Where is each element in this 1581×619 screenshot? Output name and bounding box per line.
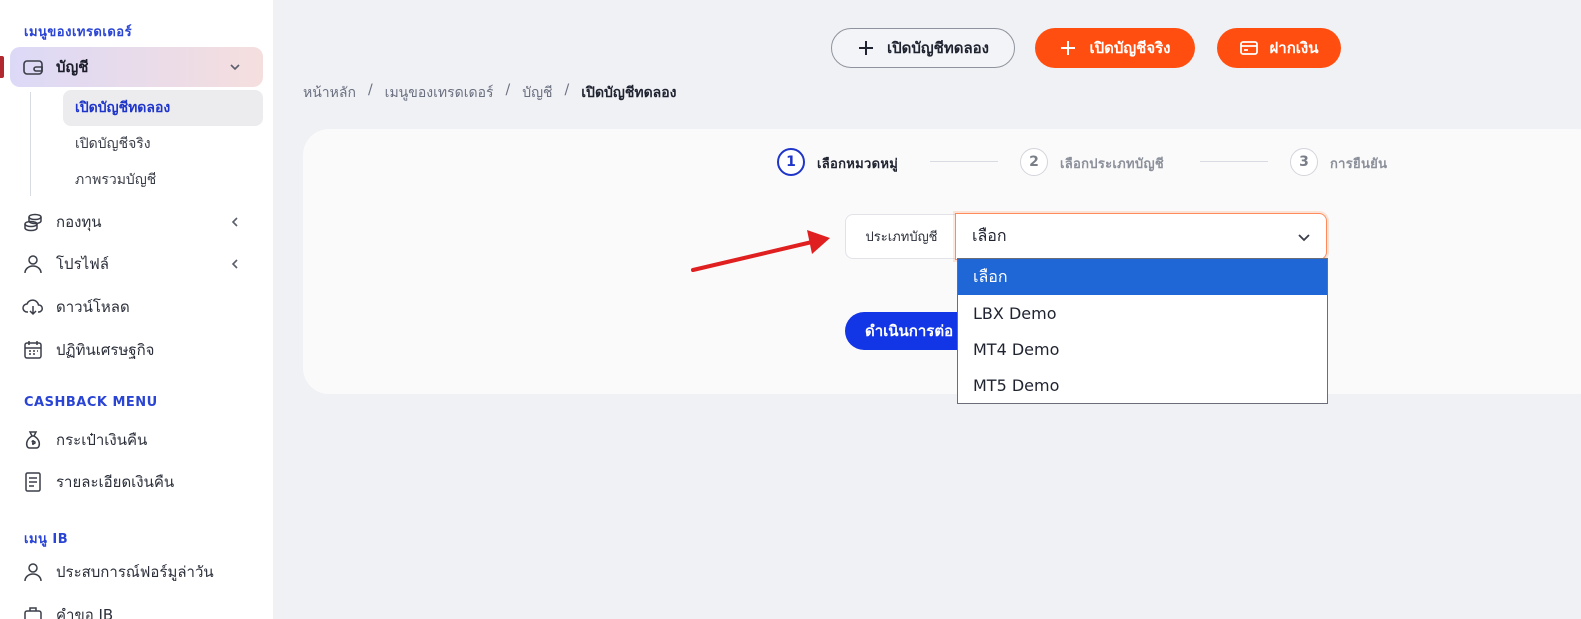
dropdown-option[interactable]: MT5 Demo: [958, 367, 1327, 403]
plus-icon: [1059, 39, 1077, 57]
user-icon: [22, 253, 44, 275]
dropdown-option[interactable]: LBX Demo: [958, 295, 1327, 331]
sidebar-item-label: กองทุน: [56, 213, 102, 231]
coins-icon: [22, 211, 44, 233]
deposit-button[interactable]: ฝากเงิน: [1217, 28, 1341, 68]
step-2-label: เลือกประเภทบัญชี: [1060, 157, 1164, 172]
breadcrumb-separator: /: [564, 82, 570, 98]
breadcrumb-separator: /: [505, 82, 511, 98]
sidebar-subitem-open-demo[interactable]: เปิดบัญชีทดลอง: [63, 90, 263, 126]
card-icon: [1239, 39, 1258, 57]
sidebar: เมนูของเทรดเดอร์ บัญชี เปิดบัญชีทดลอง เป…: [0, 0, 273, 619]
breadcrumb-current: เปิดบัญชีทดลอง: [581, 85, 677, 101]
dropdown-option[interactable]: เลือก: [958, 259, 1327, 295]
cloud-download-icon: [22, 296, 44, 318]
dropdown-option[interactable]: MT4 Demo: [958, 331, 1327, 367]
account-type-label: ประเภทบัญชี: [845, 214, 957, 259]
button-label: ฝากเงิน: [1269, 39, 1319, 57]
breadcrumb-home[interactable]: หน้าหลัก: [303, 82, 356, 104]
sidebar-item-label: คำขอ IB: [56, 606, 114, 619]
breadcrumb-account[interactable]: บัญชี: [522, 82, 552, 104]
sidebar-item-profile[interactable]: โปรไฟล์: [10, 244, 263, 284]
trader-menu-title: เมนูของเทรดเดอร์: [24, 25, 133, 40]
cashback-menu-title: CASHBACK MENU: [24, 395, 158, 410]
account-type-dropdown: เลือก LBX Demo MT4 Demo MT5 Demo: [957, 258, 1328, 404]
active-marker: [0, 56, 4, 78]
button-label: เปิดบัญชีทดลอง: [886, 39, 990, 57]
sidebar-item-label: ปฏิทินเศรษฐกิจ: [56, 341, 155, 359]
sidebar-item-ib-request[interactable]: คำขอ IB: [10, 595, 263, 619]
sidebar-subitem-open-real[interactable]: เปิดบัญชีจริง: [63, 126, 263, 162]
sidebar-item-label: ดาวน์โหลด: [56, 298, 130, 316]
open-demo-account-button[interactable]: เปิดบัญชีทดลอง: [831, 28, 1015, 68]
sidebar-item-account[interactable]: บัญชี: [10, 47, 263, 87]
submenu-line: [30, 92, 31, 196]
sidebar-item-label: ประสบการณ์ฟอร์มูล่าวัน: [56, 563, 214, 581]
button-label: ดำเนินการต่อ: [865, 322, 954, 340]
breadcrumb: หน้าหลัก / เมนูของเทรดเดอร์ / บัญชี / เป…: [303, 82, 677, 104]
sidebar-item-cashback-wallet[interactable]: กระเป๋าเงินคืน: [10, 420, 263, 460]
breadcrumb-trader-menu[interactable]: เมนูของเทรดเดอร์: [385, 82, 494, 104]
sidebar-item-label: โปรไฟล์: [56, 255, 109, 273]
account-type-select[interactable]: เลือก: [955, 213, 1327, 260]
money-bag-icon: [22, 429, 44, 451]
wallet-icon: [22, 56, 44, 78]
select-value: เลือก: [972, 226, 1007, 245]
receipt-icon: [22, 471, 44, 493]
sidebar-item-label: บัญชี: [56, 58, 89, 76]
breadcrumb-separator: /: [367, 82, 373, 98]
chevron-down-icon: [1296, 229, 1312, 245]
sidebar-item-label: รายละเอียดเงินคืน: [56, 473, 175, 491]
red-arrow-icon: [691, 230, 830, 272]
user-icon: [22, 561, 44, 583]
sidebar-item-calendar[interactable]: ปฏิทินเศรษฐกิจ: [10, 330, 263, 370]
step-3-circle: 3: [1290, 148, 1318, 176]
step-1-circle: 1: [777, 148, 805, 176]
step-connector: [1200, 161, 1268, 162]
chevron-left-icon: [227, 256, 243, 272]
briefcase-icon: [22, 604, 44, 619]
sidebar-item-label: กระเป๋าเงินคืน: [56, 431, 148, 449]
ib-menu-title: เมนู IB: [24, 532, 69, 547]
step-1-label: เลือกหมวดหมู่: [817, 157, 899, 172]
calendar-icon: [22, 339, 44, 361]
step-connector: [930, 161, 998, 162]
step-3-label: การยืนยัน: [1330, 157, 1388, 172]
sidebar-item-ib-experience[interactable]: ประสบการณ์ฟอร์มูล่าวัน: [10, 552, 263, 592]
plus-icon: [857, 39, 875, 57]
chevron-left-icon: [227, 214, 243, 230]
open-real-account-button[interactable]: เปิดบัญชีจริง: [1035, 28, 1195, 68]
sidebar-subitem-overview[interactable]: ภาพรวมบัญชี: [63, 162, 263, 198]
open-demo-card: [303, 129, 1581, 394]
step-2-circle: 2: [1020, 148, 1048, 176]
sidebar-item-funds[interactable]: กองทุน: [10, 202, 263, 242]
sidebar-item-download[interactable]: ดาวน์โหลด: [10, 287, 263, 327]
button-label: เปิดบัญชีจริง: [1089, 39, 1171, 57]
chevron-down-icon: [227, 59, 243, 75]
sidebar-item-cashback-details[interactable]: รายละเอียดเงินคืน: [10, 462, 263, 502]
